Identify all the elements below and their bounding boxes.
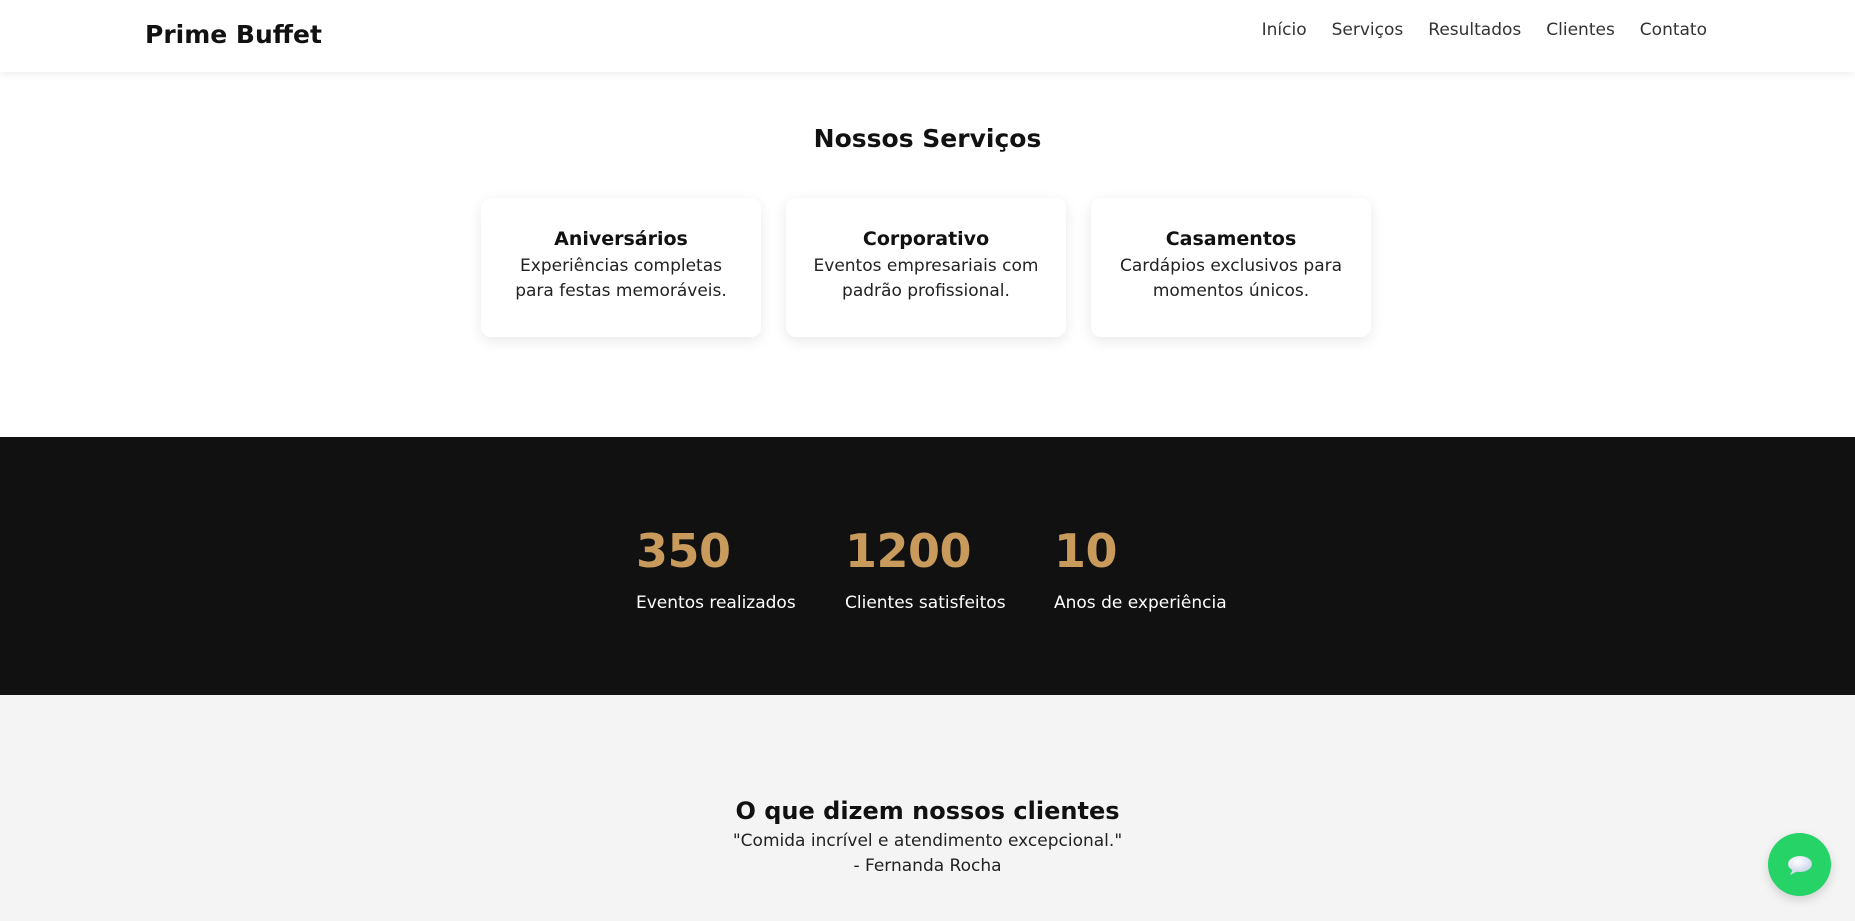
chat-button[interactable] (1768, 833, 1831, 896)
service-card-aniversarios: Aniversários Experiências completas para… (481, 198, 761, 337)
stat-label: Eventos realizados (636, 593, 796, 613)
stat-value: 350 (636, 524, 731, 578)
services-cards: Aniversários Experiências completas para… (481, 198, 1371, 337)
nav-link-inicio[interactable]: Início (1262, 20, 1307, 40)
service-card-desc: Experiências completas para festas memor… (515, 256, 727, 301)
service-card-desc: Eventos empresariais com padrão profissi… (813, 256, 1039, 301)
stat-eventos: 350 Eventos realizados (636, 523, 796, 613)
service-card-casamentos: Casamentos Cardápios exclusivos para mom… (1091, 198, 1371, 337)
services-section: Nossos Serviços Aniversários Experiência… (0, 72, 1855, 437)
main-nav: Início Serviços Resultados Clientes Cont… (1262, 20, 1707, 40)
stat-label: Anos de experiência (1054, 593, 1227, 613)
testimonials-section: O que dizem nossos clientes "Comida incr… (0, 695, 1855, 921)
stat-label: Clientes satisfeitos (845, 593, 1006, 613)
service-card-title: Casamentos (1165, 228, 1297, 250)
stat-value: 10 (1054, 524, 1118, 578)
stat-clientes: 1200 Clientes satisfeitos (845, 523, 1006, 613)
service-card-corporativo: Corporativo Eventos empresariais com pad… (786, 198, 1066, 337)
nav-link-servicos[interactable]: Serviços (1332, 20, 1404, 40)
testimonial-quote: "Comida incrível e atendimento excepcion… (732, 831, 1123, 851)
testimonials-title: O que dizem nossos clientes (735, 797, 1120, 825)
brand-logo[interactable]: Prime Buffet (145, 20, 322, 49)
site-header: Prime Buffet Início Serviços Resultados … (0, 0, 1855, 72)
service-card-desc: Cardápios exclusivos para momentos único… (1119, 256, 1343, 301)
stat-anos: 10 Anos de experiência (1054, 523, 1227, 613)
stats-section: 350 Eventos realizados 1200 Clientes sat… (0, 437, 1855, 695)
nav-link-clientes[interactable]: Clientes (1546, 20, 1615, 40)
nav-link-resultados[interactable]: Resultados (1428, 20, 1521, 40)
nav-link-contato[interactable]: Contato (1640, 20, 1707, 40)
chat-bubble-icon (1787, 855, 1812, 875)
service-card-title: Aniversários (554, 228, 688, 250)
service-card-title: Corporativo (862, 228, 990, 250)
testimonial-author: - Fernanda Rocha (853, 856, 1002, 876)
services-title: Nossos Serviços (813, 124, 1042, 153)
stat-value: 1200 (845, 524, 972, 578)
